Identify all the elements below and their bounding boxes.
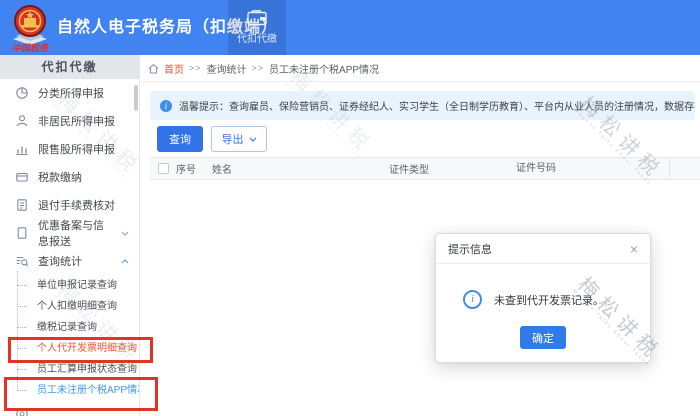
sidebar-item-preferential-filing[interactable]: 优惠备案与信息报送 xyxy=(0,219,139,247)
select-all-checkbox[interactable] xyxy=(158,163,169,174)
tab-withholding[interactable]: 代扣代缴 xyxy=(228,0,286,55)
sidebar-item-label: 非居民所得申报 xyxy=(38,113,115,129)
logo-caption: 中国税务 xyxy=(12,43,50,53)
subitem-label: 单位申报记录查询 xyxy=(37,280,117,291)
sidebar-subitem-unregistered-app-query[interactable]: 员工未注册个税APP情况 xyxy=(0,380,139,401)
sidebar-item-label: 查询统计 xyxy=(38,253,82,269)
partial-menu-icon xyxy=(15,407,29,416)
search-stats-icon xyxy=(15,254,29,268)
sidebar-item-nonresident-income[interactable]: 非居民所得申报 xyxy=(0,107,139,135)
wallet-icon xyxy=(247,10,267,26)
info-circle-icon: i xyxy=(463,290,482,309)
table-header-id-number: 证件号码 xyxy=(514,157,670,180)
subitem-label: 个人扣缴明细查询 xyxy=(37,301,117,312)
subitem-label: 员工汇算申报状态查询 xyxy=(37,364,137,375)
subitem-label: 个人代开发票明细查询 xyxy=(37,343,137,354)
tax-bureau-logo: 中国税务 xyxy=(7,3,53,53)
sidebar-item-label: 退付手续费核对 xyxy=(38,197,115,213)
sidebar-subitem-tax-record-query[interactable]: 缴税记录查询 xyxy=(0,317,139,338)
receipt-check-icon xyxy=(15,198,29,212)
app-window: 中国税务 自然人电子税务局（扣缴端） 代扣代缴 代扣代缴 分类所得申报 xyxy=(0,0,700,416)
tab-withholding-label: 代扣代缴 xyxy=(237,30,277,45)
results-table: 序号 姓名 证件类型 证件号码 xyxy=(150,157,700,180)
sidebar-subitem-invoice-detail-query[interactable]: 个人代开发票明细查询 xyxy=(0,338,139,359)
table-header-id-type: 证件类型 xyxy=(387,161,514,176)
sidebar-item-query-statistics[interactable]: 查询统计 xyxy=(0,247,139,275)
info-icon: i xyxy=(160,100,172,112)
home-icon xyxy=(148,63,159,74)
sidebar-item-label: 税款缴纳 xyxy=(38,169,82,185)
table-header-checkbox-cell xyxy=(150,163,174,174)
wallet-icon xyxy=(15,170,29,184)
chevron-up-icon xyxy=(121,259,129,264)
notice-banner: i 温馨提示：查询雇员、保险营销员、证券经纪人、实习学生（全日制学历教育）、平台… xyxy=(150,91,695,120)
sidebar-subitem-unit-declaration-query[interactable]: 单位申报记录查询 xyxy=(0,275,139,296)
sidebar-scrollbar[interactable] xyxy=(134,85,138,111)
chevron-down-icon xyxy=(249,137,257,142)
export-button-label: 导出 xyxy=(222,131,244,147)
close-icon[interactable]: × xyxy=(630,242,638,256)
dialog-message: 未查到代开发票记录。 xyxy=(494,292,604,308)
document-icon xyxy=(15,226,29,240)
breadcrumb-home-link[interactable]: 首页 xyxy=(164,61,184,76)
breadcrumb-separator: >> xyxy=(252,63,265,73)
dialog-header: 提示信息 × xyxy=(436,234,650,264)
query-statistics-submenu: 单位申报记录查询 个人扣缴明细查询 缴税记录查询 个人代开发票明细查询 员工汇算… xyxy=(0,275,139,401)
message-dialog: 提示信息 × i 未查到代开发票记录。 确定 xyxy=(435,233,651,363)
table-header-index: 序号 xyxy=(174,161,210,176)
subitem-label: 缴税记录查询 xyxy=(37,322,97,333)
bar-chart-icon xyxy=(15,142,29,156)
notice-text: 温馨提示：查询雇员、保险营销员、证券经纪人、实习学生（全日制学历教育）、平台内从… xyxy=(179,98,695,113)
sidebar-item-label: 优惠备案与信息报送 xyxy=(38,217,112,249)
sidebar-item-label: 分类所得申报 xyxy=(38,85,104,101)
sidebar-subitem-personal-withholding-query[interactable]: 个人扣缴明细查询 xyxy=(0,296,139,317)
sidebar-item-label: 限售股所得申报 xyxy=(38,141,115,157)
dialog-body: i 未查到代开发票记录。 xyxy=(436,264,650,309)
sidebar: 代扣代缴 分类所得申报 非居民所得申报 限售股所得申报 xyxy=(0,55,140,416)
breadcrumb-separator: >> xyxy=(189,63,202,73)
sidebar-item-restricted-shares[interactable]: 限售股所得申报 xyxy=(0,135,139,163)
sidebar-item-tax-payment[interactable]: 税款缴纳 xyxy=(0,163,139,191)
table-header-name: 姓名 xyxy=(210,161,387,176)
breadcrumb: 首页 >> 查询统计 >> 员工未注册个税APP情况 xyxy=(141,55,700,82)
breadcrumb-current-page: 员工未注册个税APP情况 xyxy=(269,61,379,76)
dialog-title: 提示信息 xyxy=(448,241,492,257)
sidebar-title: 代扣代缴 xyxy=(0,55,139,79)
chevron-down-icon xyxy=(121,231,129,236)
national-emblem-icon: 中国税务 xyxy=(7,3,53,53)
subitem-label: 员工未注册个税APP情况 xyxy=(37,385,140,396)
sidebar-subitem-settlement-status-query[interactable]: 员工汇算申报状态查询 xyxy=(0,359,139,380)
pie-chart-icon xyxy=(15,86,29,100)
query-button[interactable]: 查询 xyxy=(157,126,203,152)
sidebar-item-classified-income[interactable]: 分类所得申报 xyxy=(0,79,139,107)
breadcrumb-section[interactable]: 查询统计 xyxy=(207,61,247,76)
export-button[interactable]: 导出 xyxy=(211,126,267,152)
app-header: 中国税务 自然人电子税务局（扣缴端） 代扣代缴 xyxy=(0,0,700,55)
sidebar-item-refund-fee-check[interactable]: 退付手续费核对 xyxy=(0,191,139,219)
table-header-row: 序号 姓名 证件类型 证件号码 xyxy=(150,157,700,180)
confirm-button[interactable]: 确定 xyxy=(520,326,566,349)
person-icon xyxy=(15,114,29,128)
